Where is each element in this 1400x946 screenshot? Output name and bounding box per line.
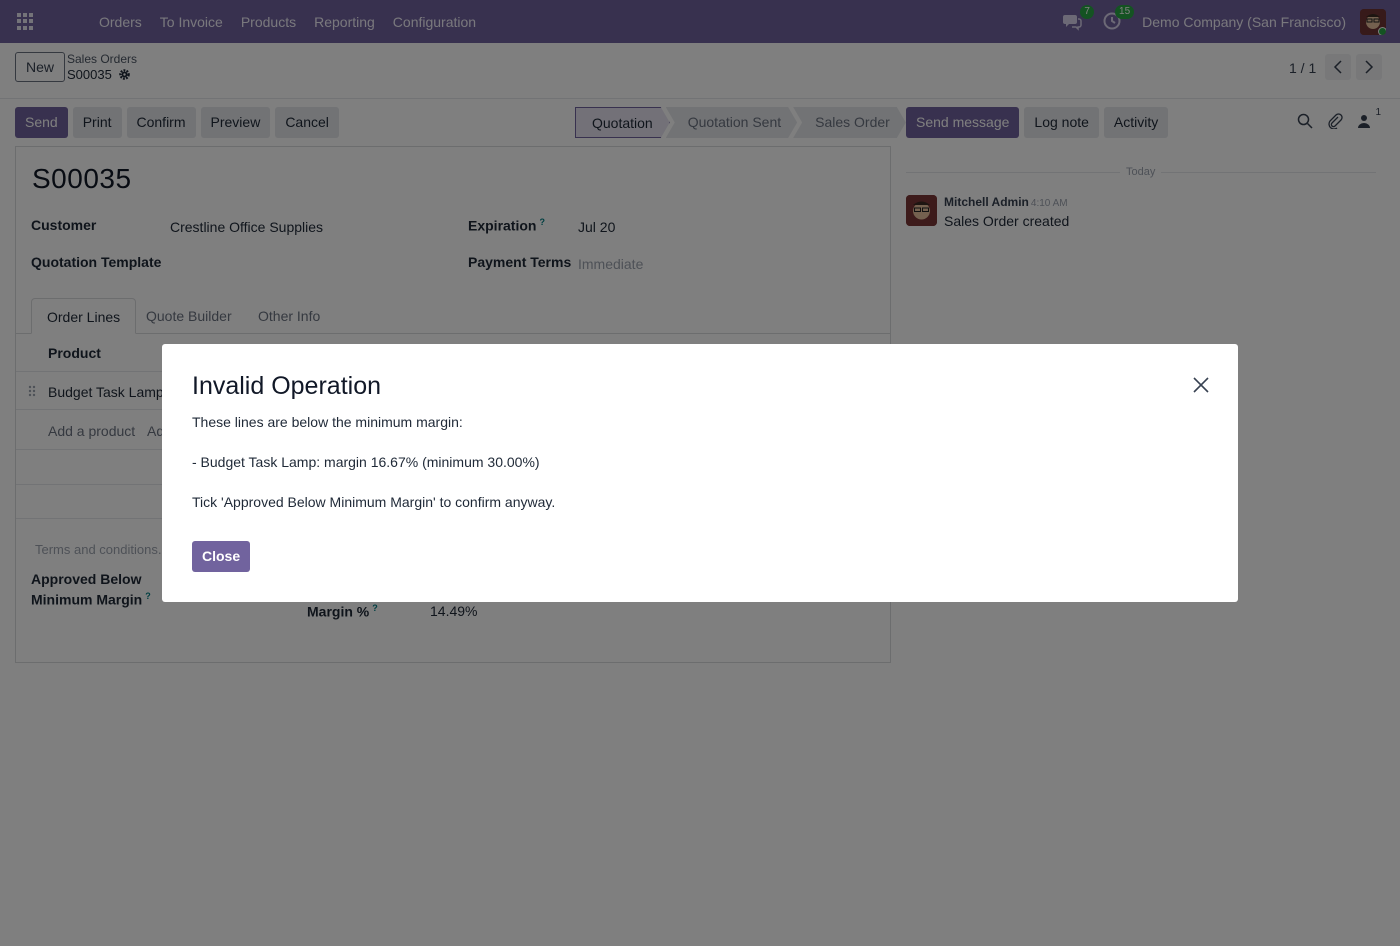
dialog-message-line-3: Tick 'Approved Below Minimum Margin' to … xyxy=(192,494,556,510)
dialog-close-button[interactable]: Close xyxy=(192,541,251,572)
close-icon[interactable] xyxy=(1192,376,1210,394)
dialog-title: Invalid Operation xyxy=(192,372,382,400)
dialog-message-line-1: These lines are below the minimum margin… xyxy=(192,414,463,430)
dialog-message-line-2: - Budget Task Lamp: margin 16.67% (minim… xyxy=(192,454,540,470)
invalid-operation-dialog: Invalid Operation These lines are below … xyxy=(162,344,1238,602)
